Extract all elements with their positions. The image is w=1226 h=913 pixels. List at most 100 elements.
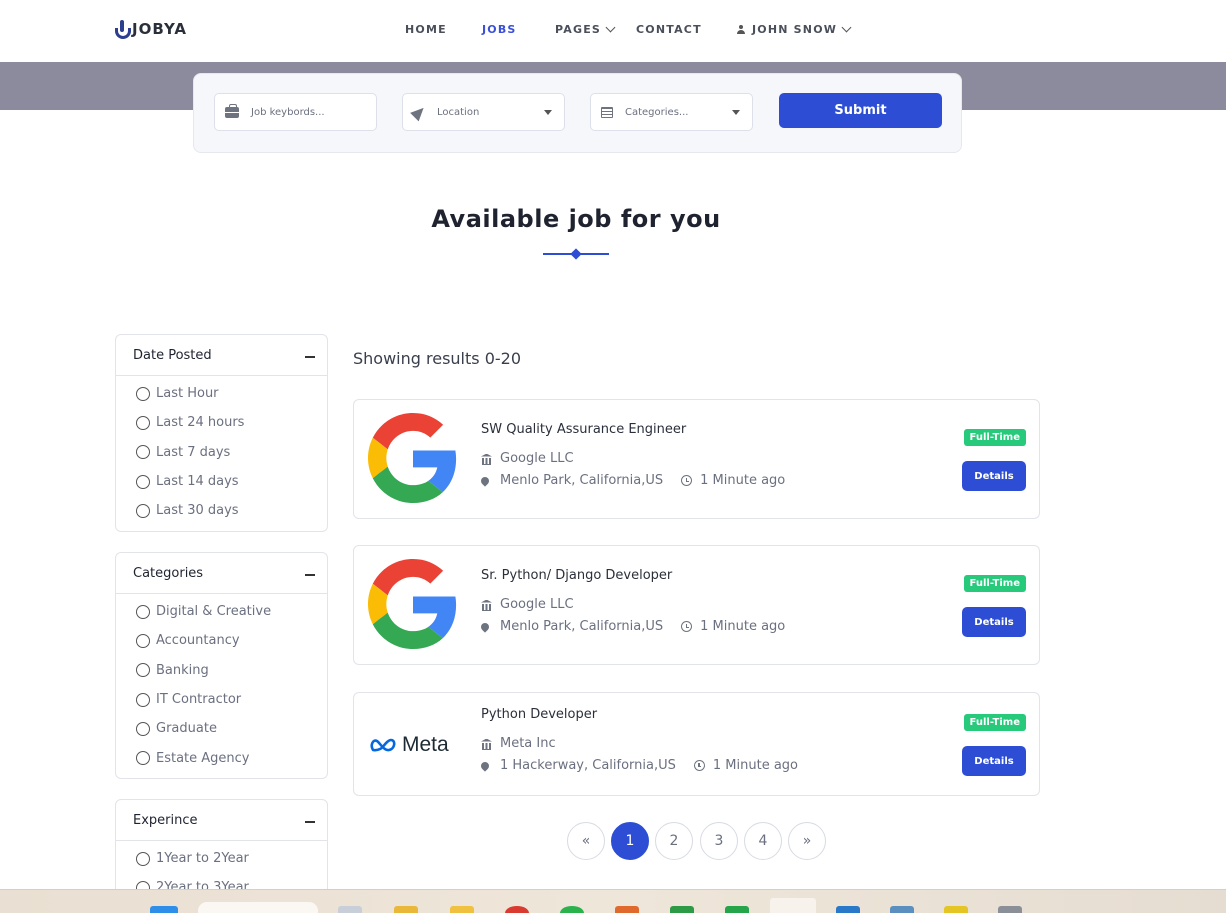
nav-jobs[interactable]: JOBS — [482, 23, 517, 36]
job-company: Google LLC — [481, 451, 574, 466]
nav-pages-label: PAGES — [555, 23, 602, 36]
radio-button[interactable] — [136, 604, 150, 619]
radio-button[interactable] — [136, 415, 150, 430]
filter-option[interactable]: Graduate — [116, 714, 327, 743]
clock-icon — [681, 621, 693, 632]
filter-option-label: Estate Agency — [156, 750, 250, 766]
filter-option[interactable]: Accountancy — [116, 626, 327, 655]
job-card[interactable]: Sr. Python/ Django Developer Google LLC … — [353, 545, 1040, 665]
filter-header[interactable]: Experince — [116, 800, 327, 841]
nav-user-menu[interactable]: JOHN SNOW — [736, 22, 852, 36]
radio-button[interactable] — [136, 721, 150, 736]
job-company: Meta Inc — [481, 736, 556, 751]
location-select[interactable]: Location — [402, 93, 565, 131]
submit-button[interactable]: Submit — [779, 93, 942, 128]
app-icon[interactable] — [770, 898, 816, 913]
filter-option[interactable]: Estate Agency — [116, 743, 327, 772]
folder-icon[interactable] — [394, 906, 418, 913]
job-title[interactable]: SW Quality Assurance Engineer — [481, 422, 686, 437]
radio-button[interactable] — [136, 692, 150, 707]
collapse-icon[interactable] — [305, 356, 315, 358]
whatsapp-icon[interactable] — [560, 906, 584, 913]
job-location-row: Menlo Park, California,US 1 Minute ago — [479, 619, 785, 634]
filter-header[interactable]: Date Posted — [116, 335, 327, 376]
filter-title: Date Posted — [133, 347, 212, 363]
filter-option[interactable]: Last 14 days — [116, 467, 327, 496]
google-logo — [368, 413, 457, 503]
filter-title: Categories — [133, 565, 204, 581]
job-type-badge: Full-Time — [963, 575, 1026, 592]
filter-option[interactable]: Last 24 hours — [116, 408, 327, 437]
app-icon[interactable] — [998, 906, 1022, 913]
radio-button[interactable] — [136, 474, 150, 489]
google-logo — [368, 559, 457, 649]
job-location: 1 Hackerway, California,US — [500, 758, 676, 773]
task-view-icon[interactable] — [338, 906, 362, 913]
location-pin-icon — [479, 620, 491, 633]
job-card[interactable]: Meta Python Developer Meta Inc 1 Hackerw… — [353, 692, 1040, 796]
job-type-badge: Full-Time — [963, 429, 1026, 446]
filter-title: Experince — [133, 812, 198, 828]
app-icon[interactable] — [944, 906, 968, 913]
user-icon — [736, 24, 746, 35]
job-posted: 1 Minute ago — [712, 758, 798, 773]
briefcase-icon — [225, 103, 239, 118]
filter-option[interactable]: IT Contractor — [116, 685, 327, 714]
filter-header[interactable]: Categories — [116, 553, 327, 594]
vscode-icon[interactable] — [836, 906, 860, 913]
collapse-icon[interactable] — [305, 821, 315, 823]
app-icon[interactable] — [670, 906, 694, 913]
pagination-prev[interactable]: « — [567, 822, 605, 860]
pagination-page-1[interactable]: 1 — [611, 822, 649, 860]
filter-option[interactable]: Last 30 days — [116, 496, 327, 525]
keywords-input[interactable]: Job keybords... — [214, 93, 377, 131]
details-button[interactable]: Details — [962, 746, 1026, 776]
filter-option[interactable]: Digital & Creative — [116, 597, 327, 626]
job-card[interactable]: SW Quality Assurance Engineer Google LLC… — [353, 399, 1040, 519]
app-icon[interactable] — [450, 906, 474, 913]
radio-button[interactable] — [136, 851, 150, 866]
filter-date-posted: Date Posted Last Hour Last 24 hours Last… — [115, 334, 328, 532]
details-button[interactable]: Details — [962, 607, 1026, 637]
location-pin-icon — [479, 759, 491, 772]
radio-button[interactable] — [136, 633, 150, 648]
start-icon[interactable] — [150, 906, 178, 913]
nav-contact[interactable]: CONTACT — [636, 23, 702, 36]
radio-button[interactable] — [136, 386, 150, 401]
chevron-down-icon — [605, 22, 616, 33]
filter-experience: Experince 1Year to 2Year 2Year to 3Year — [115, 799, 328, 899]
nav-home[interactable]: HOME — [405, 23, 447, 36]
pagination-next[interactable]: » — [788, 822, 826, 860]
filter-option-label: Last 24 hours — [156, 415, 245, 431]
radio-button[interactable] — [136, 663, 150, 678]
collapse-icon[interactable] — [305, 574, 315, 576]
filter-option-label: Accountancy — [156, 633, 240, 649]
brand-logo[interactable]: JOBYA — [115, 20, 187, 39]
filter-option[interactable]: 1Year to 2Year — [116, 844, 327, 873]
categories-select[interactable]: Categories... — [590, 93, 753, 131]
job-type-badge: Full-Time — [963, 714, 1026, 731]
app-icon[interactable] — [890, 906, 914, 913]
app-icon[interactable] — [615, 906, 639, 913]
radio-button[interactable] — [136, 751, 150, 766]
filter-option[interactable]: Banking — [116, 656, 327, 685]
job-location: Menlo Park, California,US — [500, 619, 664, 634]
company-name: Meta Inc — [500, 736, 556, 751]
radio-button[interactable] — [136, 445, 150, 460]
pagination-page-2[interactable]: 2 — [655, 822, 693, 860]
search-icon[interactable] — [198, 902, 318, 913]
caret-down-icon — [544, 110, 552, 115]
radio-button[interactable] — [136, 503, 150, 518]
keywords-placeholder: Job keybords... — [251, 106, 325, 118]
app-icon[interactable] — [725, 906, 749, 913]
filter-option[interactable]: Last Hour — [116, 379, 327, 408]
chrome-icon[interactable] — [505, 906, 529, 913]
job-title[interactable]: Sr. Python/ Django Developer — [481, 568, 672, 583]
pagination-page-4[interactable]: 4 — [744, 822, 782, 860]
job-title[interactable]: Python Developer — [481, 707, 597, 722]
filter-option[interactable]: Last 7 days — [116, 438, 327, 467]
clock-icon — [681, 475, 693, 486]
pagination-page-3[interactable]: 3 — [700, 822, 738, 860]
details-button[interactable]: Details — [962, 461, 1026, 491]
nav-pages[interactable]: PAGES — [555, 22, 616, 36]
